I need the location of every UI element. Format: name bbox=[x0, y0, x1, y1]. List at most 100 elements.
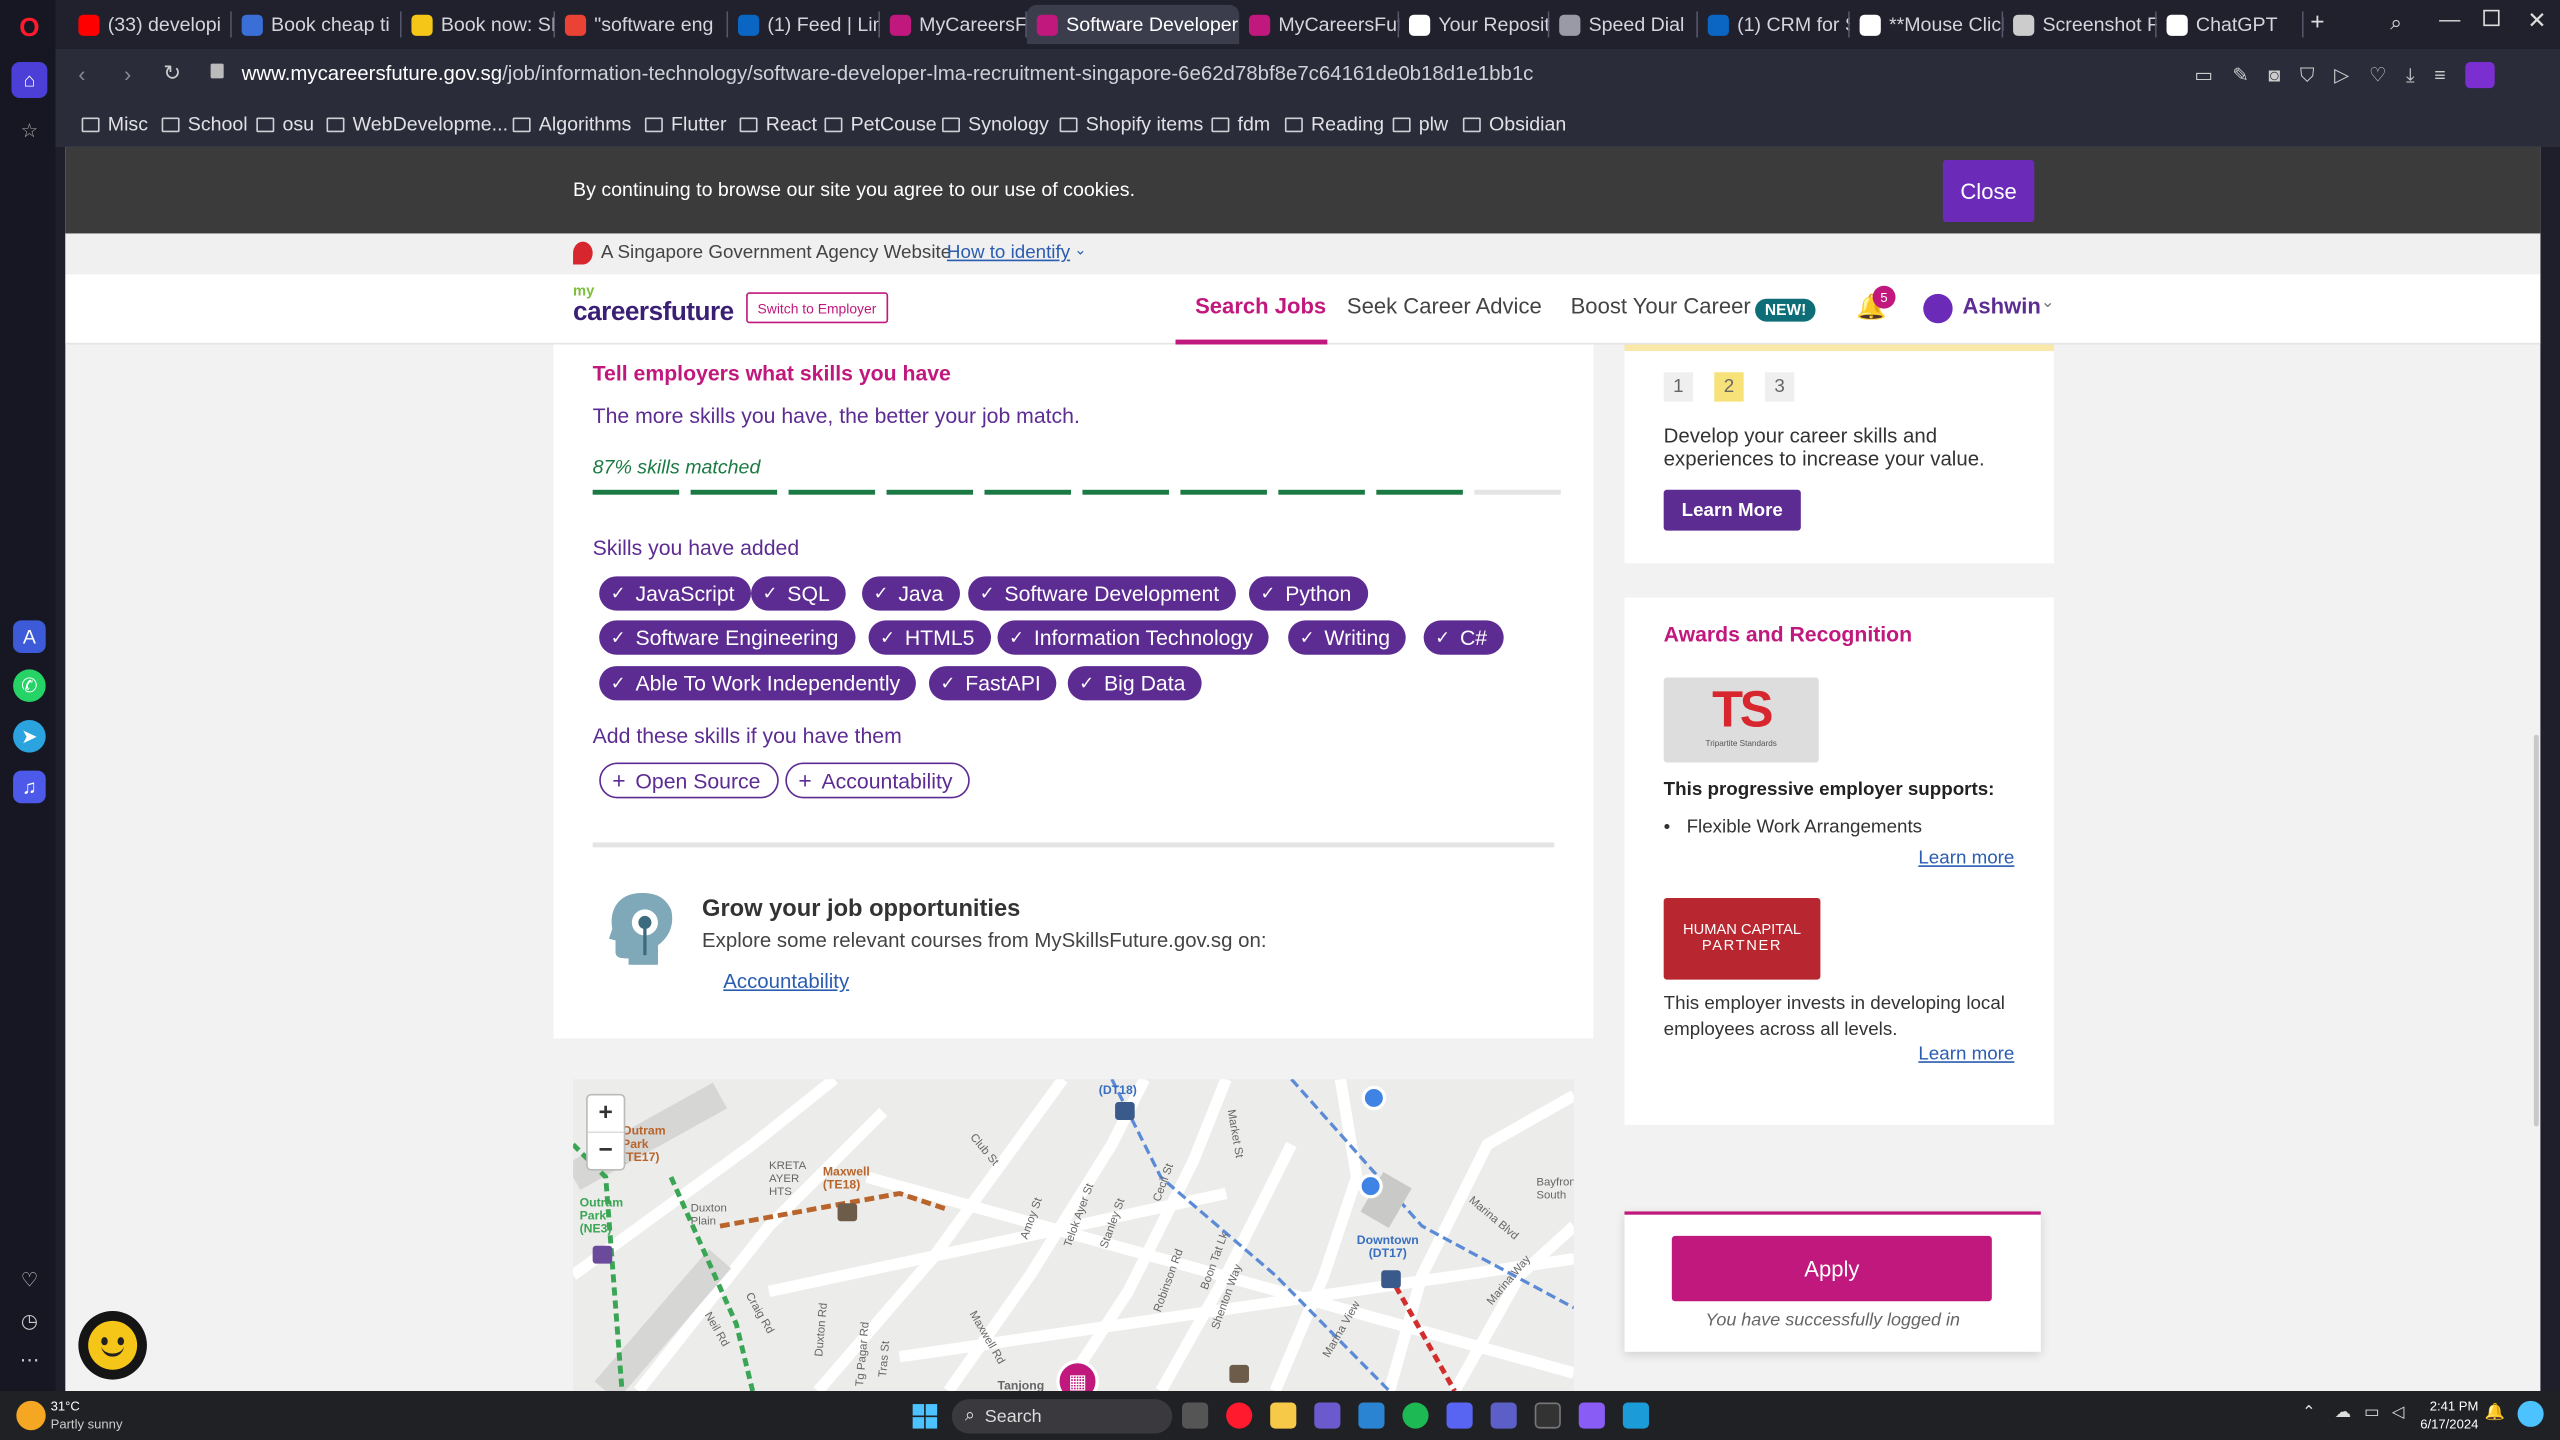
notifications-icon[interactable]: 🔔 bbox=[2485, 1404, 2505, 1422]
volume-icon[interactable]: ◁ bbox=[2392, 1404, 2405, 1422]
skill-chip[interactable]: ✓ C# bbox=[1423, 620, 1504, 655]
skill-chip[interactable]: ✓ Python bbox=[1248, 576, 1368, 611]
task-view-icon[interactable] bbox=[1182, 1402, 1209, 1429]
weather-icon[interactable] bbox=[16, 1400, 46, 1431]
bookmark-folder[interactable]: Synology bbox=[942, 113, 1049, 136]
clock-time[interactable]: 2:41 PM bbox=[2421, 1399, 2479, 1414]
browser-tab[interactable]: Book cheap ti bbox=[232, 5, 402, 44]
obsidian-icon[interactable] bbox=[1578, 1402, 1605, 1429]
bookmark-folder[interactable]: Reading bbox=[1284, 113, 1384, 136]
copilot-icon[interactable] bbox=[2517, 1400, 2544, 1427]
skill-chip[interactable]: ✓ HTML5 bbox=[868, 620, 991, 655]
browser-tab[interactable]: ChatGPT bbox=[2157, 5, 2304, 44]
maximize-icon[interactable] bbox=[2483, 9, 2500, 27]
snapshot-icon[interactable]: ✎ bbox=[2232, 64, 2248, 87]
shield-icon[interactable]: ⛉ bbox=[2300, 63, 2315, 87]
vscode-icon[interactable] bbox=[1358, 1402, 1385, 1429]
switch-to-employer-button[interactable]: Switch to Employer bbox=[746, 292, 888, 324]
bookmark-heart-icon[interactable]: ♡ bbox=[2369, 64, 2387, 87]
bookmark-folder[interactable]: Misc bbox=[81, 113, 148, 136]
skill-chip[interactable]: ✓ Software Engineering bbox=[599, 620, 855, 655]
tray-chevron-icon[interactable]: ⌃ bbox=[2302, 1404, 2316, 1422]
opera-logo-icon[interactable]: O bbox=[13, 13, 46, 46]
browser-tab[interactable]: Screenshot Fu bbox=[2003, 5, 2157, 44]
bookmark-folder[interactable]: Shopify items bbox=[1059, 113, 1203, 136]
avatar[interactable] bbox=[1923, 293, 1953, 324]
bookmark-folder[interactable]: School bbox=[161, 113, 248, 136]
nav-search-jobs[interactable]: Search Jobs bbox=[1195, 294, 1326, 318]
location-map[interactable]: ▦ Outram Park (TE17) KRETA AYER HTS Maxw… bbox=[573, 1079, 1574, 1392]
app-icon[interactable] bbox=[1622, 1402, 1649, 1429]
browser-tab[interactable]: **Mouse Click bbox=[1850, 5, 2004, 44]
carousel-step[interactable]: 1 bbox=[1663, 372, 1694, 402]
bookmark-folder[interactable]: WebDevelopme... bbox=[326, 113, 508, 136]
camera-icon[interactable]: ◙ bbox=[2268, 64, 2280, 87]
browser-tab[interactable]: Your Reposito bbox=[1399, 5, 1550, 44]
browser-tab[interactable]: (1) CRM for S bbox=[1698, 5, 1850, 44]
browser-tab[interactable]: Book now: SI bbox=[402, 5, 556, 44]
network-icon[interactable]: ▭ bbox=[2364, 1404, 2379, 1422]
skill-chip[interactable]: ✓ JavaScript bbox=[599, 576, 751, 611]
skill-chip[interactable]: ✓ SQL bbox=[751, 576, 847, 611]
browser-tab[interactable]: "software eng bbox=[555, 5, 729, 44]
discord-icon[interactable] bbox=[1446, 1402, 1473, 1429]
add-skill-chip[interactable]: + Open Source bbox=[599, 762, 779, 799]
carousel-step[interactable]: 3 bbox=[1764, 372, 1795, 402]
terminal-icon[interactable] bbox=[1534, 1402, 1561, 1429]
nav-boost-your-career[interactable]: Boost Your Career bbox=[1571, 294, 1751, 318]
nav-seek-career-advice[interactable]: Seek Career Advice bbox=[1347, 294, 1542, 318]
opera-taskbar-icon[interactable] bbox=[1226, 1402, 1253, 1429]
spotify-icon[interactable] bbox=[1402, 1402, 1429, 1429]
menu-icon[interactable]: ≡ bbox=[2434, 64, 2445, 87]
map-pin-icon[interactable] bbox=[1361, 1085, 1387, 1111]
browser-tab[interactable]: (1) Feed | Link bbox=[728, 5, 880, 44]
course-link-accountability[interactable]: Accountability bbox=[723, 970, 849, 993]
browser-tab[interactable]: MyCareersFut bbox=[1239, 5, 1400, 44]
bookmark-folder[interactable]: plw bbox=[1392, 113, 1448, 136]
play-icon[interactable]: ▷ bbox=[2334, 64, 2349, 87]
start-icon[interactable] bbox=[912, 1404, 938, 1429]
file-explorer-icon[interactable] bbox=[1270, 1402, 1297, 1429]
browser-tab[interactable]: Software Developer | bbox=[1026, 4, 1240, 45]
bookmark-folder[interactable]: osu bbox=[256, 113, 314, 136]
cloud-icon[interactable]: ☁ bbox=[2335, 1404, 2351, 1422]
map-pin-icon[interactable] bbox=[1358, 1173, 1383, 1199]
user-name[interactable]: Ashwin bbox=[1962, 294, 2040, 318]
carousel-step[interactable]: 2 bbox=[1714, 372, 1744, 402]
forward-icon[interactable]: › bbox=[124, 62, 131, 86]
how-to-identify-link[interactable]: How to identify bbox=[947, 243, 1070, 263]
aria-icon[interactable]: A bbox=[13, 620, 46, 654]
skill-chip[interactable]: ✓ Big Data bbox=[1067, 666, 1202, 701]
bookmark-folder[interactable]: Algorithms bbox=[512, 113, 631, 136]
bookmark-folder[interactable]: React bbox=[739, 113, 817, 136]
skill-chip[interactable]: ✓ Information Technology bbox=[997, 620, 1270, 655]
skill-chip[interactable]: ✓ Java bbox=[862, 576, 960, 611]
clock-date[interactable]: 6/17/2024 bbox=[2416, 1417, 2478, 1432]
page-scrollbar[interactable] bbox=[2533, 734, 2539, 1127]
extension-icon[interactable] bbox=[2465, 62, 2495, 89]
url-field[interactable]: www.mycareersfuture.gov.sg/job/informati… bbox=[242, 62, 1534, 85]
browser-tab[interactable]: Speed Dial bbox=[1549, 5, 1698, 44]
taskbar-search[interactable]: ⌕ Search bbox=[951, 1399, 1173, 1434]
search-tabs-icon[interactable]: ⌕ bbox=[2390, 10, 2402, 36]
zoom-out-button[interactable]: − bbox=[588, 1133, 624, 1169]
bookmark-folder[interactable]: fdm bbox=[1211, 113, 1270, 136]
minimize-icon[interactable]: — bbox=[2439, 7, 2460, 31]
telegram-icon[interactable]: ➤ bbox=[13, 719, 46, 753]
home-icon[interactable]: ⌂ bbox=[11, 62, 48, 98]
skill-chip[interactable]: ✓ Software Development bbox=[968, 576, 1236, 611]
music-icon[interactable]: ♫ bbox=[13, 770, 46, 804]
star-icon[interactable]: ☆ bbox=[13, 114, 46, 147]
learn-more-button[interactable]: Learn More bbox=[1663, 489, 1801, 531]
download-icon[interactable]: ⤓ bbox=[2406, 63, 2415, 87]
skill-chip[interactable]: ✓ FastAPI bbox=[928, 666, 1058, 701]
apply-button[interactable]: Apply bbox=[1671, 1235, 1992, 1302]
bookmark-folder[interactable]: Obsidian bbox=[1462, 113, 1566, 136]
reload-icon[interactable]: ↻ bbox=[163, 60, 181, 86]
add-skill-chip[interactable]: + Accountability bbox=[785, 762, 971, 799]
bookmark-folder[interactable]: PetCouse bbox=[824, 113, 937, 136]
whatsapp-icon[interactable]: ✆ bbox=[13, 669, 46, 703]
learn-more-link[interactable]: Learn more bbox=[1918, 1045, 2014, 1065]
more-icon[interactable]: ⋯ bbox=[13, 1344, 46, 1377]
history-icon[interactable]: ◷ bbox=[13, 1304, 46, 1337]
